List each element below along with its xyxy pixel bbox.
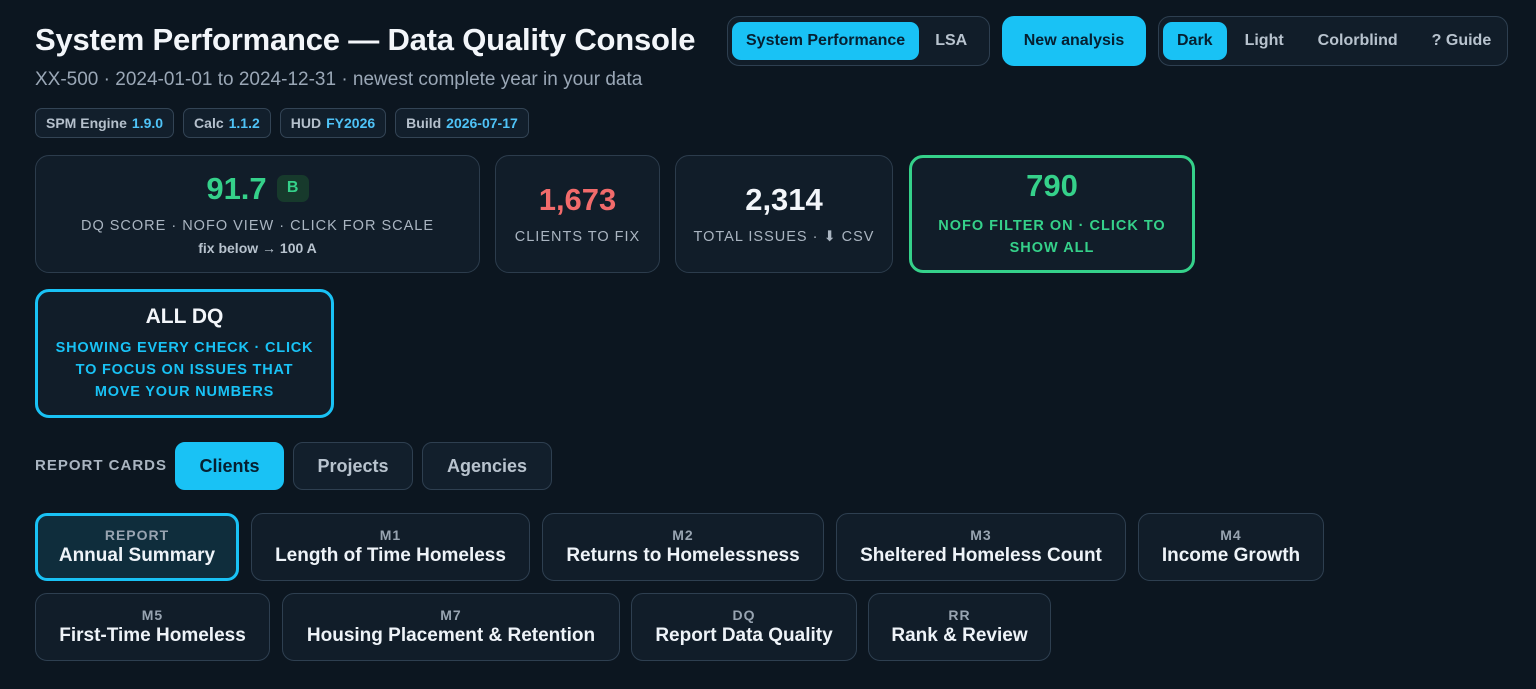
report-m5-button[interactable]: M5 First-Time Homeless	[35, 593, 270, 661]
clients-to-fix-value: 1,673	[538, 181, 617, 217]
dq-score-card[interactable]: 91.7 B DQ SCORE · NOFO VIEW · CLICK FOR …	[35, 155, 480, 273]
mode-toggle: System Performance LSA	[727, 16, 990, 66]
report-dq-button[interactable]: DQ Report Data Quality	[631, 593, 857, 661]
mode-lsa[interactable]: LSA	[921, 22, 981, 60]
total-issues-card[interactable]: 2,314 TOTAL ISSUES · ⬇ CSV	[675, 155, 893, 273]
report-m7-button[interactable]: M7 Housing Placement & Retention	[282, 593, 620, 661]
report-rr-button[interactable]: RR Rank & Review	[868, 593, 1051, 661]
badge-build: Build 2026-07-17	[395, 108, 529, 138]
theme-dark[interactable]: Dark	[1163, 22, 1227, 60]
all-dq-text: SHOWING EVERY CHECK · CLICK TO FOCUS ON …	[55, 339, 314, 400]
badge-spm-engine: SPM Engine 1.9.0	[35, 108, 175, 138]
badge-hud: HUD FY2026	[279, 108, 387, 138]
nofo-filter-label: NOFO FILTER ON · CLICK TO SHOW ALL	[938, 217, 1166, 256]
mode-system-performance[interactable]: System Performance	[732, 22, 920, 60]
nofo-filter-value: 790	[1026, 167, 1078, 203]
dq-score-label: DQ SCORE · NOFO VIEW · CLICK FOR SCALE	[80, 217, 434, 234]
total-issues-label: TOTAL ISSUES · ⬇ CSV	[693, 228, 875, 245]
theme-colorblind[interactable]: Colorblind	[1302, 22, 1414, 60]
badge-calc: Calc 1.1.2	[183, 108, 271, 138]
report-m1-button[interactable]: M1 Length of Time Homeless	[251, 513, 530, 581]
theme-light[interactable]: Light	[1229, 22, 1300, 60]
clients-to-fix-label: CLIENTS TO FIX	[514, 228, 641, 245]
report-m2-button[interactable]: M2 Returns to Homelessness	[542, 513, 824, 581]
page-subtitle: XX-500 · 2024-01-01 to 2024-12-31 · newe…	[35, 69, 643, 90]
all-dq-card[interactable]: ALL DQ SHOWING EVERY CHECK · CLICK TO FO…	[35, 289, 334, 418]
report-annual-summary-button[interactable]: REPORT Annual Summary	[35, 513, 239, 581]
version-badges: SPM Engine 1.9.0 Calc 1.1.2 HUD FY2026 B…	[35, 108, 529, 138]
dq-grade-badge: B	[276, 174, 309, 202]
dq-score-value: 91.7	[206, 170, 267, 206]
theme-toggle: Dark Light Colorblind ? Guide	[1158, 16, 1508, 66]
clients-to-fix-card[interactable]: 1,673 CLIENTS TO FIX	[495, 155, 660, 273]
dq-score-hint: fix below → 100 A	[198, 239, 317, 256]
report-m3-button[interactable]: M3 Sheltered Homeless Count	[836, 513, 1126, 581]
new-analysis-button[interactable]: New analysis	[1002, 16, 1146, 66]
total-issues-value: 2,314	[745, 181, 823, 217]
all-dq-title: ALL DQ	[145, 304, 224, 328]
guide-button[interactable]: ? Guide	[1416, 22, 1508, 60]
page-title: System Performance — Data Quality Consol…	[35, 22, 696, 57]
nofo-filter-card[interactable]: 790 NOFO FILTER ON · CLICK TO SHOW ALL	[909, 155, 1195, 273]
report-m4-button[interactable]: M4 Income Growth	[1138, 513, 1324, 581]
tab-clients[interactable]: Clients	[175, 442, 284, 490]
report-cards-label: REPORT CARDS	[35, 457, 168, 474]
tab-projects[interactable]: Projects	[293, 442, 413, 490]
tab-agencies[interactable]: Agencies	[422, 442, 552, 490]
